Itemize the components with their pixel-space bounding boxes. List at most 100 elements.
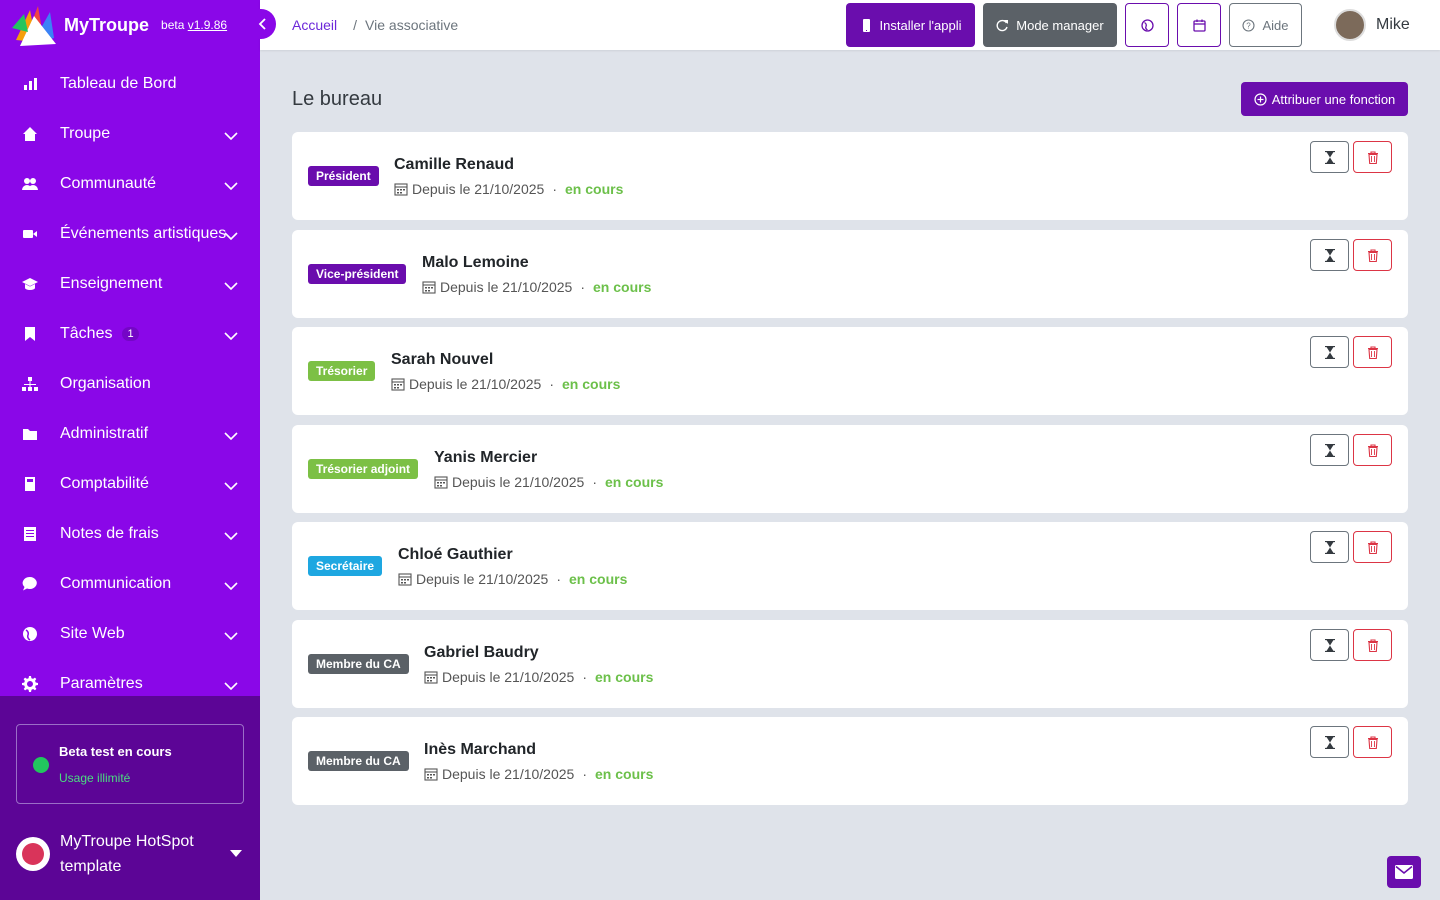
bookmark-icon	[21, 325, 39, 343]
globe-icon	[21, 625, 39, 643]
beta-text: beta	[161, 18, 185, 32]
breadcrumb-home-link[interactable]: Accueil	[292, 17, 337, 33]
sidebar-item-label: Paramètres	[60, 675, 143, 692]
role-badge: Membre du CA	[308, 751, 409, 771]
manager-mode-button[interactable]: Mode manager	[983, 3, 1117, 47]
contact-button[interactable]	[1387, 856, 1421, 888]
end-role-button[interactable]	[1310, 531, 1349, 563]
separator-dot: ·	[552, 181, 557, 197]
member-since: Depuis le 21/10/2025 · en cours	[398, 571, 627, 587]
role-badge: Secrétaire	[308, 556, 383, 576]
member-name: Sarah Nouvel	[391, 351, 494, 368]
trash-icon	[1367, 735, 1378, 749]
sidebar-item-label: Organisation	[60, 375, 151, 392]
member-since: Depuis le 21/10/2025 · en cours	[424, 766, 653, 782]
status-badge: en cours	[595, 669, 654, 685]
brand[interactable]: MyTroupe beta v1.9.86	[0, 0, 260, 50]
beta-subtitle: Usage illimité	[59, 771, 131, 785]
member-name: Inès Marchand	[424, 741, 537, 758]
beta-status-box: Beta test en cours Usage illimité	[16, 724, 244, 804]
chart-icon	[21, 75, 39, 93]
sidebar-item-label: Tableau de Bord	[60, 75, 177, 92]
user-menu[interactable]: Mike	[1334, 9, 1410, 41]
delete-button[interactable]	[1353, 434, 1392, 466]
users-icon	[21, 175, 39, 193]
end-role-button[interactable]	[1310, 141, 1349, 173]
sidebar-item-organisation[interactable]: Organisation	[0, 359, 260, 409]
sidebar-item-administratif[interactable]: Administratif	[0, 409, 260, 459]
end-role-button[interactable]	[1310, 336, 1349, 368]
sidebar-item-troupe[interactable]: Troupe	[0, 109, 260, 159]
member-card: Trésorier adjoint Yanis Mercier Depuis le …	[292, 425, 1408, 513]
sidebar-item-label: Notes de frais	[60, 525, 159, 542]
sidebar-item-parametres[interactable]: Paramètres	[0, 659, 260, 696]
trash-icon	[1367, 248, 1378, 262]
member-name: Malo Lemoine	[422, 254, 529, 271]
home-icon	[21, 125, 39, 143]
hourglass-icon	[1324, 150, 1335, 164]
chevron-down-icon	[224, 528, 238, 541]
member-info: Inès Marchand Depuis le 21/10/2025 · en cou…	[424, 741, 653, 782]
chevron-down-icon	[224, 128, 238, 141]
sidebar-item-label: Événements artistiques	[60, 225, 227, 242]
member-since-date: Depuis le 21/10/2025	[409, 376, 542, 392]
chevron-down-icon	[224, 628, 238, 641]
sidebar-item-site-web[interactable]: Site Web	[0, 609, 260, 659]
delete-button[interactable]	[1353, 726, 1392, 758]
assign-role-button[interactable]: Attribuer une fonction	[1241, 82, 1408, 116]
avatar	[1334, 9, 1366, 41]
question-circle-icon: ?	[1242, 18, 1256, 32]
sidebar-item-comptabilite[interactable]: Comptabilité	[0, 459, 260, 509]
org-switcher[interactable]: MyTroupe HotSpot template	[16, 828, 244, 880]
calendar-icon	[424, 768, 438, 781]
help-button[interactable]: ? Aide	[1229, 3, 1302, 47]
sidebar-item-enseignement[interactable]: Enseignement	[0, 259, 260, 309]
member-since-date: Depuis le 21/10/2025	[416, 571, 549, 587]
status-badge: en cours	[595, 766, 654, 782]
sidebar-item-tableau-de-bord[interactable]: Tableau de Bord	[0, 59, 260, 109]
member-since-date: Depuis le 21/10/2025	[412, 181, 545, 197]
delete-button[interactable]	[1353, 141, 1392, 173]
end-role-button[interactable]	[1310, 239, 1349, 271]
install-app-button[interactable]: Installer l'appli	[846, 3, 975, 47]
version-link[interactable]: v1.9.86	[188, 18, 227, 32]
help-label: Aide	[1262, 17, 1289, 33]
trash-icon	[1367, 150, 1378, 164]
sidebar-item-notes-de-frais[interactable]: Notes de frais	[0, 509, 260, 559]
calendar-button[interactable]	[1177, 3, 1221, 47]
sidebar-item-communaute[interactable]: Communauté	[0, 159, 260, 209]
sidebar-item-taches[interactable]: Tâches 1	[0, 309, 260, 359]
delete-button[interactable]	[1353, 336, 1392, 368]
member-info: Gabriel Baudry Depuis le 21/10/2025 · en co…	[424, 644, 653, 685]
member-name: Yanis Mercier	[434, 449, 538, 466]
sidebar-item-label: Administratif	[60, 425, 149, 442]
gear-icon	[21, 675, 39, 693]
role-badge: Trésorier	[308, 361, 376, 381]
refresh-icon	[996, 19, 1009, 32]
delete-button[interactable]	[1353, 629, 1392, 661]
chevron-down-icon	[224, 578, 238, 591]
trash-icon	[1367, 540, 1378, 554]
delete-button[interactable]	[1353, 531, 1392, 563]
member-since: Depuis le 21/10/2025 · en cours	[424, 669, 653, 685]
status-badge: en cours	[562, 376, 621, 392]
website-button[interactable]	[1125, 3, 1169, 47]
end-role-button[interactable]	[1310, 629, 1349, 661]
member-card: Trésorier Sarah Nouvel Depuis le 21/10/202…	[292, 327, 1408, 415]
hourglass-icon	[1324, 540, 1335, 554]
chevron-down-icon	[224, 278, 238, 291]
globe-icon	[1140, 18, 1154, 32]
user-name: Mike	[1376, 16, 1410, 33]
sidebar-item-evenements-artistiques[interactable]: Événements artistiques	[0, 209, 260, 259]
delete-button[interactable]	[1353, 239, 1392, 271]
calendar-icon	[398, 573, 412, 586]
sidebar-item-communication[interactable]: Communication	[0, 559, 260, 609]
member-since-date: Depuis le 21/10/2025	[442, 669, 575, 685]
chevron-down-icon	[224, 478, 238, 491]
manager-mode-label: Mode manager	[1016, 17, 1104, 33]
plus-circle-icon	[1254, 92, 1267, 106]
chevron-down-icon	[224, 678, 238, 691]
member-card: Vice-président Malo Lemoine Depuis le 21/1…	[292, 230, 1408, 318]
end-role-button[interactable]	[1310, 726, 1349, 758]
end-role-button[interactable]	[1310, 434, 1349, 466]
